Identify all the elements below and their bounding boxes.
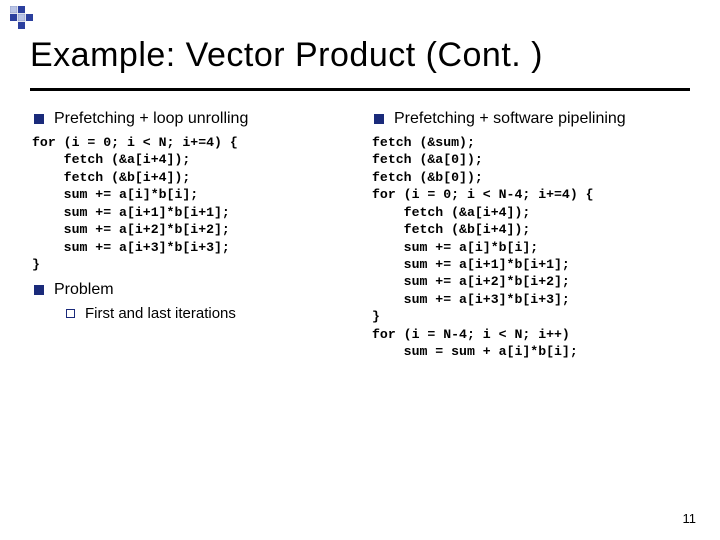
left-column: Prefetching + loop unrolling for (i = 0;… [30, 110, 350, 368]
title-underline [30, 88, 690, 91]
page-number: 11 [683, 511, 697, 526]
square-bullet-icon [34, 114, 44, 124]
sub-bullet-text: First and last iterations [85, 305, 236, 322]
right-column: Prefetching + software pipelining fetch … [370, 110, 690, 368]
square-bullet-icon [374, 114, 384, 124]
square-bullet-icon [34, 285, 44, 295]
sub-bullet-item: First and last iterations [66, 305, 350, 322]
bullet-item: Problem [30, 281, 350, 299]
open-square-bullet-icon [66, 309, 75, 318]
bullet-text: Problem [54, 281, 114, 299]
slide-title: Example: Vector Product (Cont. ) [30, 36, 543, 75]
slide-logo [10, 6, 40, 30]
code-block-right: fetch (&sum); fetch (&a[0]); fetch (&b[0… [372, 134, 690, 360]
bullet-text: Prefetching + software pipelining [394, 110, 626, 128]
bullet-text: Prefetching + loop unrolling [54, 110, 248, 128]
bullet-item: Prefetching + software pipelining [370, 110, 690, 128]
content-columns: Prefetching + loop unrolling for (i = 0;… [30, 110, 690, 368]
bullet-item: Prefetching + loop unrolling [30, 110, 350, 128]
code-block-left: for (i = 0; i < N; i+=4) { fetch (&a[i+4… [32, 134, 350, 273]
